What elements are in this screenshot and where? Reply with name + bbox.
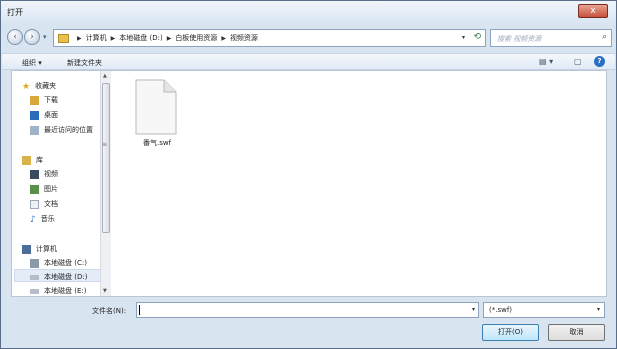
sidebar-header-favorites[interactable]: ★ 收藏夹 [22,80,56,92]
folder-icon [58,33,69,43]
sidebar-label: 图片 [44,185,58,193]
title-bar: 打开 x [1,1,616,23]
sidebar-label: 本地磁盘 (D:) [44,273,88,281]
help-icon[interactable]: ? [594,56,605,67]
drive-icon [30,288,39,294]
sidebar-label: 库 [36,156,43,164]
sidebar-label: 文档 [44,200,58,208]
recent-places-icon [30,125,39,135]
command-toolbar: 组织 ▾ 新建文件夹 ▤ ▾ ▢ ? [2,53,615,70]
documents-icon [30,199,39,209]
window-title: 打开 [7,8,23,17]
system-drive-icon [30,258,39,268]
filename-input[interactable]: ▾ [136,302,479,318]
filename-label: 文件名(N): [92,307,127,315]
breadcrumb-whiteboard-resources[interactable]: 白板使用资源 [175,33,217,43]
scrollbar-thumb[interactable] [102,83,110,233]
computer-icon [22,244,31,254]
text-caret [139,305,140,315]
navigation-bar: ‹ › ▾ ▶ 计算机 ▶ 本地磁盘 (D:) ▶ 白板使用资源 ▶ 视频资源 … [5,27,612,49]
sidebar-label: 桌面 [44,111,58,119]
sidebar-item-music[interactable]: ♪ 音乐 [30,213,55,225]
breadcrumb-separator-icon[interactable]: ▶ [221,35,226,42]
new-folder-button[interactable]: 新建文件夹 [67,58,102,68]
navigation-pane: ★ 收藏夹 下载 桌面 最近访问的位置 库 视频 图片 文档 ♪ 音乐 计算机 … [12,71,112,296]
file-type-dropdown-icon[interactable]: ▾ [597,306,600,313]
search-placeholder: 搜索 视频资源 [497,35,542,43]
search-input[interactable]: 搜索 视频资源 ⌕ [490,29,612,47]
main-content: ★ 收藏夹 下载 桌面 最近访问的位置 库 视频 图片 文档 ♪ 音乐 计算机 … [11,70,607,297]
sidebar-item-drive-d[interactable]: 本地磁盘 (D:) [30,271,87,283]
navigation-scrollbar[interactable]: ▲ ≡ ▼ [100,71,111,296]
breadcrumb-separator-icon[interactable]: ▶ [77,35,82,42]
preview-pane-icon[interactable]: ▢ [574,57,582,66]
sidebar-item-drive-e[interactable]: 本地磁盘 (E:) [30,285,86,296]
desktop-icon [30,110,39,120]
open-file-dialog: 打开 x ‹ › ▾ ▶ 计算机 ▶ 本地磁盘 (D:) ▶ 白板使用资源 ▶ … [0,0,617,349]
sidebar-label: 下载 [44,96,58,104]
sidebar-label: 本地磁盘 (C:) [44,259,87,267]
refresh-icon[interactable]: ⟲ [473,32,481,42]
sidebar-item-videos[interactable]: 视频 [30,168,58,180]
close-button[interactable]: x [578,4,608,18]
sidebar-item-recent-places[interactable]: 最近访问的位置 [30,124,93,136]
scroll-up-icon[interactable]: ▲ [103,73,107,79]
pictures-icon [30,184,39,194]
recent-locations-dropdown-icon[interactable]: ▾ [43,33,47,41]
sidebar-label: 收藏夹 [35,82,57,90]
sidebar-item-downloads[interactable]: 下载 [30,94,58,106]
back-button[interactable]: ‹ [7,29,23,45]
video-icon [30,169,39,179]
file-item[interactable]: 番气.swf [132,79,182,149]
grip-icon: ≡ [102,141,108,148]
sidebar-item-drive-c[interactable]: 本地磁盘 (C:) [30,257,87,269]
bottom-bar: 文件名(N): ▾ (*.swf) ▾ 打开(O) 取消 [2,299,615,348]
file-type-select[interactable]: (*.swf) ▾ [483,302,605,318]
star-icon: ★ [22,81,31,92]
sidebar-label: 最近访问的位置 [44,126,93,134]
music-icon: ♪ [30,214,36,225]
view-options-icon[interactable]: ▤ ▾ [539,57,553,66]
forward-button[interactable]: › [24,29,40,45]
sidebar-item-desktop[interactable]: 桌面 [30,109,58,121]
back-arrow-icon: ‹ [13,32,17,42]
address-bar[interactable]: ▶ 计算机 ▶ 本地磁盘 (D:) ▶ 白板使用资源 ▶ 视频资源 ▾ ⟲ [53,29,486,47]
cancel-button[interactable]: 取消 [548,324,605,341]
breadcrumb-video-resources[interactable]: 视频资源 [230,33,258,43]
organize-button[interactable]: 组织 ▾ [22,58,42,68]
downloads-folder-icon [30,95,39,105]
sidebar-header-computer[interactable]: 计算机 [22,243,57,255]
breadcrumb-drive-d[interactable]: 本地磁盘 (D:) [119,33,162,43]
sidebar-label: 视频 [44,170,58,178]
forward-arrow-icon: › [30,32,34,42]
breadcrumb-separator-icon[interactable]: ▶ [167,35,172,42]
open-button[interactable]: 打开(O) [482,324,539,341]
search-icon[interactable]: ⌕ [602,32,607,42]
drive-icon [30,274,39,280]
sidebar-item-pictures[interactable]: 图片 [30,183,58,195]
breadcrumb-computer[interactable]: 计算机 [86,33,107,43]
filename-dropdown-icon[interactable]: ▾ [472,306,475,313]
close-icon: x [590,6,596,16]
file-icon [135,79,177,135]
library-icon [22,155,31,165]
file-name: 番气.swf [142,139,172,147]
sidebar-label: 本地磁盘 (E:) [44,287,87,295]
scroll-down-icon[interactable]: ▼ [103,288,107,294]
breadcrumb-separator-icon[interactable]: ▶ [111,35,116,42]
file-type-value: (*.swf) [489,306,513,314]
address-dropdown-icon[interactable]: ▾ [462,34,465,41]
sidebar-label: 音乐 [40,215,55,223]
sidebar-item-documents[interactable]: 文档 [30,198,58,210]
sidebar-label: 计算机 [36,245,57,253]
sidebar-header-libraries[interactable]: 库 [22,154,43,166]
